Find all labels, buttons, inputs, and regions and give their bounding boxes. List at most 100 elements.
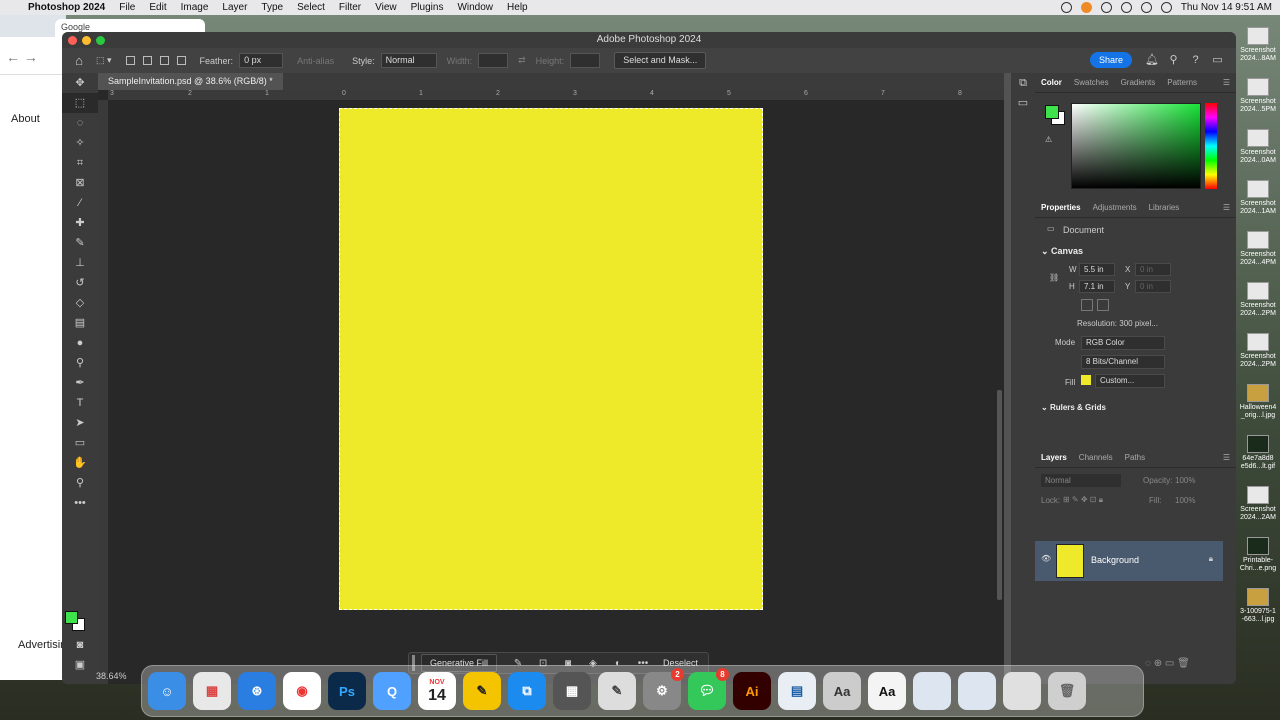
history-panel-icon[interactable]: ⧉ [1011, 73, 1035, 93]
canvas-workspace[interactable]: 3 2 1 0 1 2 3 4 5 6 7 8 Generative Fill … [98, 90, 1004, 684]
desktop-file[interactable]: Halloween4 _orig...l.jpg [1236, 384, 1280, 420]
pen-tool-icon[interactable]: ✒ [62, 373, 98, 393]
photoshop-icon[interactable]: Ps [328, 672, 366, 710]
system-settings-icon[interactable]: ⚙ 2 [643, 668, 684, 710]
quick-mask-icon[interactable]: ◙ [62, 635, 98, 655]
opacity-input[interactable]: 100% [1175, 476, 1195, 485]
menu-view[interactable]: View [375, 2, 397, 13]
app-menu[interactable]: Photoshop 2024 [28, 2, 105, 13]
foreground-color-swatch[interactable] [65, 611, 78, 624]
clone-stamp-tool-icon[interactable]: ⊥ [62, 253, 98, 273]
wifi-icon[interactable] [1120, 2, 1132, 13]
desktop-file[interactable]: Screenshot 2024...0AM [1236, 129, 1280, 165]
object-selection-tool-icon[interactable]: ✧ [62, 133, 98, 153]
finder-icon[interactable]: ☺ [148, 672, 186, 710]
menu-image[interactable]: Image [181, 2, 209, 13]
lasso-tool-icon[interactable]: ◌ [62, 113, 98, 133]
desktop-file[interactable]: 64e7a8d8 e5d6...lt.gif [1236, 435, 1280, 471]
tab-layers[interactable]: Layers [1041, 453, 1067, 462]
home-icon[interactable]: ⌂ [62, 53, 96, 68]
dodge-tool-icon[interactable]: ⚲ [62, 353, 98, 373]
marquee-tool-preset-icon[interactable]: ⬚ ▾ [96, 55, 112, 66]
gamut-warning-icon[interactable]: ⚠ [1045, 135, 1052, 144]
swap-icon[interactable]: ⇄ [518, 55, 526, 66]
textedit-icon[interactable]: ✎ [598, 672, 636, 710]
font-document-icon[interactable]: Aa [868, 672, 906, 710]
layer-name[interactable]: Background [1091, 555, 1139, 565]
tab-paths[interactable]: Paths [1125, 453, 1145, 462]
layer-row-background[interactable]: 👁︎ Background 🔒︎ [1035, 541, 1223, 581]
recent-file-icon[interactable] [913, 672, 951, 710]
document-app-icon[interactable]: ▤ [778, 672, 816, 710]
canvas-height-input[interactable]: 7.1 in [1079, 280, 1115, 293]
history-brush-tool-icon[interactable]: ↺ [62, 273, 98, 293]
preview-icon[interactable]: ⧉ [508, 672, 546, 710]
rulers-grids-section-header[interactable]: ⌄ Rulers & Grids [1041, 403, 1106, 412]
panel-menu-icon[interactable]: ☰ [1223, 453, 1230, 462]
zoom-level[interactable]: 38.64% [96, 671, 127, 681]
about-link[interactable]: About [11, 113, 40, 125]
hue-slider[interactable] [1205, 103, 1217, 189]
document-tab[interactable]: SampleInvitation.psd @ 38.6% (RGB/8) * [98, 73, 283, 90]
desktop-file[interactable]: Screenshot 2024...5PM [1236, 78, 1280, 114]
frame-tool-icon[interactable]: ⊠ [62, 173, 98, 193]
layer-lock-icon[interactable]: 🔒︎ [1209, 554, 1213, 564]
select-and-mask-button[interactable]: Select and Mask... [614, 52, 707, 69]
panel-menu-icon[interactable]: ☰ [1223, 78, 1230, 87]
move-tool-icon[interactable]: ✥ [62, 73, 98, 93]
link-dimensions-icon[interactable]: ⛓ [1049, 273, 1059, 282]
calculator-icon[interactable]: ▦ [553, 672, 591, 710]
share-button[interactable]: Share [1089, 52, 1132, 68]
layer-footer-icons[interactable]: ◌ ⊕ ▭ 🗑︎ [1145, 658, 1190, 669]
tab-channels[interactable]: Channels [1079, 453, 1113, 462]
comments-panel-icon[interactable]: ▭ [1011, 93, 1035, 113]
recent-file-icon[interactable] [958, 672, 996, 710]
subtract-selection-icon[interactable] [159, 56, 169, 65]
workspace-icon[interactable]: ▭ [1211, 54, 1224, 67]
notifications-icon[interactable]: 🔔︎ [1145, 54, 1159, 67]
style-select[interactable]: Normal [380, 53, 437, 68]
blend-mode-select[interactable]: Normal [1041, 474, 1121, 487]
brush-tool-icon[interactable]: ✎ [62, 233, 98, 253]
tab-patterns[interactable]: Patterns [1167, 78, 1197, 87]
desktop-file[interactable]: Screenshot 2024...1AM [1236, 180, 1280, 216]
more-tools-icon[interactable]: ••• [62, 493, 98, 513]
record-icon[interactable] [1060, 2, 1072, 13]
rectangular-marquee-tool-icon[interactable]: ⬚ [62, 93, 98, 113]
desktop-file[interactable]: Screenshot 2024...8AM [1236, 27, 1280, 63]
fill-select[interactable]: Custom... [1095, 374, 1165, 388]
menu-filter[interactable]: Filter [339, 2, 361, 13]
bit-depth-select[interactable]: 8 Bits/Channel [1081, 355, 1165, 369]
chrome-icon[interactable]: ◉ [283, 672, 321, 710]
lock-icons[interactable]: ⊞ ✎ ✥ ⊡ 🔒︎ [1063, 495, 1103, 505]
tab-properties[interactable]: Properties [1041, 203, 1081, 212]
document-canvas[interactable] [339, 108, 763, 610]
desktop-file[interactable]: Screenshot 2024...2PM [1236, 282, 1280, 318]
menu-plugins[interactable]: Plugins [411, 2, 444, 13]
tab-gradients[interactable]: Gradients [1121, 78, 1156, 87]
illustrator-icon[interactable]: Ai [733, 672, 771, 710]
launchpad-icon[interactable]: ▦ [193, 672, 231, 710]
microphone-icon[interactable] [1080, 2, 1092, 13]
messages-icon[interactable]: 💬︎ 8 [688, 668, 729, 710]
safari-icon[interactable]: ⊛ [238, 672, 276, 710]
healing-brush-tool-icon[interactable]: ✚ [62, 213, 98, 233]
new-selection-icon[interactable] [125, 56, 135, 65]
advertising-link[interactable]: Advertisin [18, 639, 66, 651]
quicktime-icon[interactable]: Q [373, 672, 411, 710]
canvas-width-input[interactable]: 5.5 in [1079, 263, 1115, 276]
intersect-selection-icon[interactable] [176, 56, 186, 65]
visibility-eye-icon[interactable]: 👁︎ [1041, 554, 1051, 563]
menu-window[interactable]: Window [457, 2, 493, 13]
tab-libraries[interactable]: Libraries [1149, 203, 1180, 212]
zoom-window-button[interactable] [96, 36, 105, 45]
font-book-icon[interactable]: Aa [823, 672, 861, 710]
creative-cloud-icon[interactable] [1100, 2, 1112, 13]
type-tool-icon[interactable]: T [62, 393, 98, 413]
tab-adjustments[interactable]: Adjustments [1093, 203, 1137, 212]
control-center-icon[interactable] [1160, 2, 1172, 13]
color-picker-field[interactable] [1071, 103, 1201, 189]
back-arrow-icon[interactable]: ← [6, 49, 20, 65]
canvas-x-input[interactable]: 0 in [1135, 263, 1171, 276]
trash-icon[interactable]: 🗑︎ [1048, 672, 1086, 710]
